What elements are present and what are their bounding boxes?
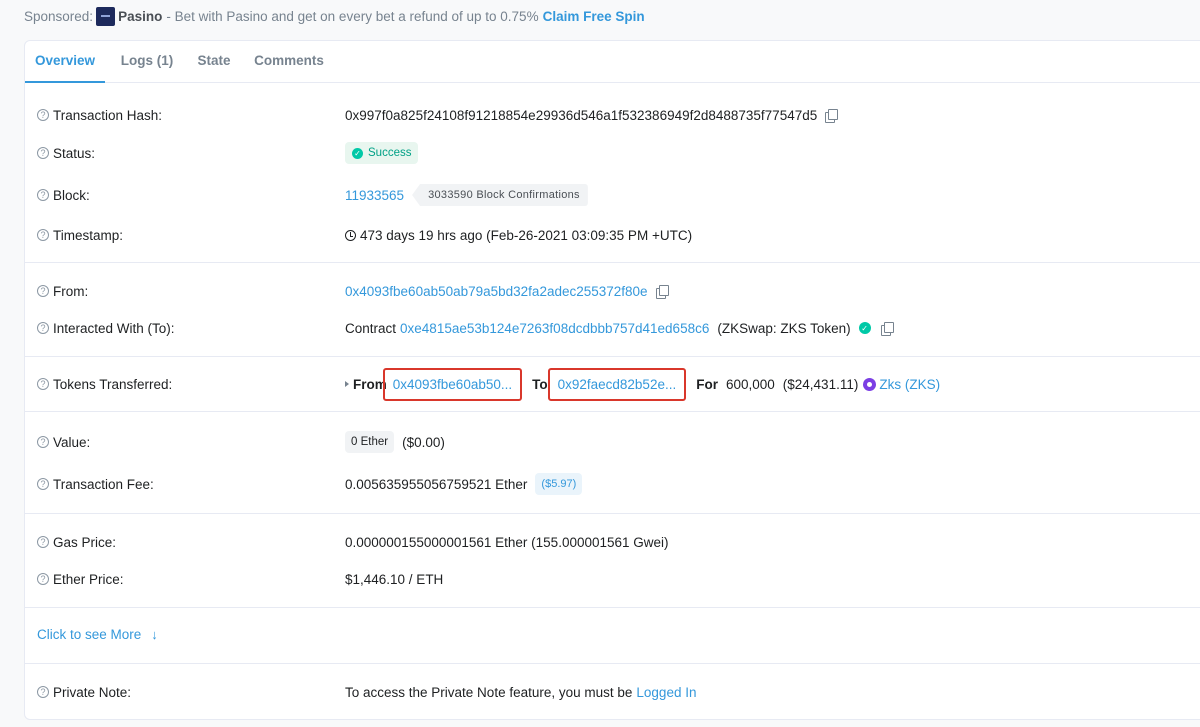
value-ether-badge: 0 Ether <box>345 431 395 453</box>
token-amount-usd: ($24,431.11) <box>782 376 859 392</box>
help-icon[interactable]: ? <box>37 436 49 448</box>
from-label: From: <box>53 283 89 299</box>
row-transaction-fee: ? Transaction Fee: 0.005635955056759521 E… <box>25 473 1200 495</box>
token-to-address-link[interactable]: 0x92faecd82b52e... <box>558 377 677 392</box>
help-icon[interactable]: ? <box>37 573 49 585</box>
token-from-highlight: 0x4093fbe60ab50... <box>382 367 523 401</box>
status-value: Success <box>368 147 412 159</box>
zks-token-icon <box>863 377 877 391</box>
sponsor-text: - Bet with Pasino and get on every bet a… <box>166 8 539 24</box>
value-usd: ($0.00) <box>402 434 445 450</box>
help-icon[interactable]: ? <box>37 536 49 548</box>
arrow-down-icon: ↓ <box>151 627 158 642</box>
token-for-keyword: For <box>696 376 718 392</box>
verified-check-icon: ✓ <box>858 322 871 334</box>
sponsor-bar: Sponsored: Pasino - Bet with Pasino and … <box>24 6 645 26</box>
divider <box>25 663 1200 664</box>
see-more-link[interactable]: Click to see More ↓ <box>37 627 158 642</box>
gas-price-label: Gas Price: <box>53 534 117 550</box>
token-to-keyword: To <box>532 376 548 392</box>
transaction-fee-label: Transaction Fee: <box>53 476 154 492</box>
row-ether-price: ? Ether Price: $1,446.10 / ETH <box>25 568 1200 590</box>
divider <box>25 411 1200 412</box>
block-confirmations-badge: 3033590 Block Confirmations <box>412 184 588 206</box>
token-to-highlight: 0x92faecd82b52e... <box>547 367 687 401</box>
row-gas-price: ? Gas Price: 0.000000155000001561 Ether (… <box>25 531 1200 553</box>
block-label: Block: <box>53 187 90 203</box>
token-name-link[interactable]: Zks (ZKS) <box>879 377 940 392</box>
row-from: ? From: 0x4093fbe60ab50ab79a5bd32fa2adec2… <box>25 280 1200 302</box>
copy-icon[interactable] <box>655 284 669 299</box>
logged-in-link[interactable]: Logged In <box>636 685 696 700</box>
row-block: ? Block: 11933565 3033590 Block Confirmati… <box>25 184 1200 206</box>
help-icon[interactable]: ? <box>37 285 49 297</box>
contract-prefix: Contract <box>345 320 397 336</box>
token-from-address-link[interactable]: 0x4093fbe60ab50... <box>393 377 512 392</box>
private-note-label: Private Note: <box>53 684 132 700</box>
help-icon[interactable]: ? <box>37 686 49 698</box>
help-icon[interactable]: ? <box>37 189 49 201</box>
contract-address-link[interactable]: 0xe4815ae53b124e7263f08dcdbbb757d41ed658… <box>400 321 709 336</box>
help-icon[interactable]: ? <box>37 147 49 159</box>
timestamp-value: 473 days 19 hrs ago (Feb-26-2021 03:09:3… <box>360 227 693 243</box>
value-label: Value: <box>53 434 91 450</box>
status-badge: ✓ Success <box>345 142 419 164</box>
see-more-label: Click to see More <box>37 627 142 642</box>
row-status: ? Status: ✓ Success <box>25 142 1200 164</box>
row-transaction-hash: ? Transaction Hash: 0x997f0a825f24108f912… <box>25 104 1200 126</box>
divider <box>25 607 1200 608</box>
contract-name: (ZKSwap: ZKS Token) <box>717 320 851 336</box>
check-circle-icon: ✓ <box>352 147 363 159</box>
help-icon[interactable]: ? <box>37 229 49 241</box>
help-icon[interactable]: ? <box>37 322 49 334</box>
transaction-card: Overview Logs (1) State Comments ? Transa… <box>24 40 1200 720</box>
claim-free-spin-link[interactable]: Claim Free Spin <box>543 9 645 24</box>
gas-price-value: 0.000000155000001561 Ether (155.00000156… <box>345 534 669 550</box>
pasino-logo-icon[interactable] <box>96 6 116 26</box>
timestamp-label: Timestamp: <box>53 227 124 243</box>
tab-bar: Overview Logs (1) State Comments <box>25 41 1200 83</box>
divider <box>25 356 1200 357</box>
tab-overview[interactable]: Overview <box>25 41 105 83</box>
tab-logs[interactable]: Logs (1) <box>109 41 185 83</box>
row-tokens-transferred: ? Tokens Transferred: From 0x4093fbe60ab5… <box>25 367 1200 401</box>
token-amount: 600,000 <box>725 376 775 392</box>
divider <box>25 513 1200 514</box>
copy-icon[interactable] <box>880 321 894 336</box>
token-from-keyword: From <box>353 376 387 392</box>
help-icon[interactable]: ? <box>37 378 49 390</box>
copy-icon[interactable] <box>825 108 839 123</box>
interacted-with-label: Interacted With (To): <box>53 320 175 336</box>
caret-right-icon[interactable] <box>345 381 349 387</box>
transaction-hash-label: Transaction Hash: <box>53 107 163 123</box>
sponsor-prefix: Sponsored: <box>24 8 94 24</box>
row-interacted-with: ? Interacted With (To): Contract 0xe4815a… <box>25 317 1200 339</box>
transaction-hash-value: 0x997f0a825f24108f91218854e29936d546a1f5… <box>345 107 818 123</box>
help-icon[interactable]: ? <box>37 478 49 490</box>
tab-state[interactable]: State <box>189 41 239 83</box>
block-number-link[interactable]: 11933565 <box>345 188 404 203</box>
divider <box>25 262 1200 263</box>
status-label: Status: <box>53 145 96 161</box>
tokens-transferred-label: Tokens Transferred: <box>53 376 173 392</box>
fee-usd-badge[interactable]: ($5.97) <box>535 473 583 495</box>
transaction-fee-value: 0.005635955056759521 Ether <box>345 476 528 492</box>
row-private-note: ? Private Note: To access the Private Not… <box>25 681 1200 703</box>
help-icon[interactable]: ? <box>37 109 49 121</box>
tab-comments[interactable]: Comments <box>249 41 329 83</box>
sponsor-brand[interactable]: Pasino <box>118 9 162 24</box>
ether-price-value: $1,446.10 / ETH <box>345 571 444 587</box>
row-value: ? Value: 0 Ether ($0.00) <box>25 431 1200 453</box>
private-note-text: To access the Private Note feature, you … <box>345 684 633 700</box>
ether-price-label: Ether Price: <box>53 571 124 587</box>
clock-icon <box>345 229 356 241</box>
from-address-link[interactable]: 0x4093fbe60ab50ab79a5bd32fa2adec255372f8… <box>345 284 648 299</box>
row-timestamp: ? Timestamp: 473 days 19 hrs ago (Feb-26-… <box>25 224 1200 246</box>
